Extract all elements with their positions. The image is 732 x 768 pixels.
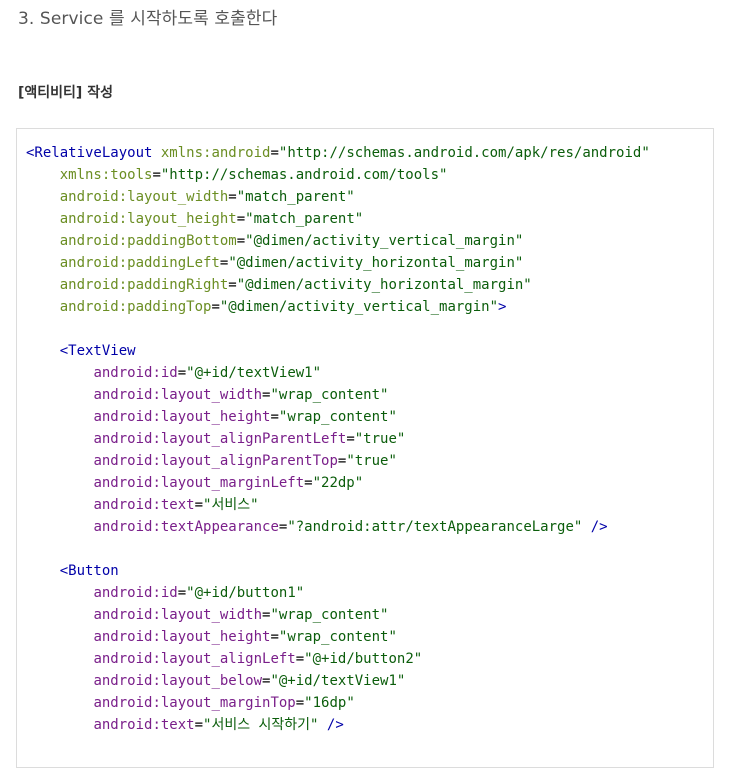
code-value: "true" (354, 431, 406, 447)
code-attribute: android:id (93, 585, 178, 601)
code-line: android:layout_height="wrap_content" (93, 409, 397, 425)
code-value: "@dimen/activity_horizontal_margin" (228, 255, 524, 271)
code-line: android:layout_marginLeft="22dp" (93, 475, 364, 491)
code-value: "wrap_content" (270, 387, 389, 403)
section-subheading: [액티비티] 작성 (18, 85, 113, 101)
code-value: "@dimen/activity_vertical_margin" (219, 299, 499, 315)
code-attribute: xmlns:tools (59, 167, 153, 183)
code-line: android:layout_marginTop="16dp" (93, 695, 355, 711)
code-line: android:layout_below="@+id/textView1" (93, 673, 406, 689)
code-line: <TextView (26, 340, 650, 362)
code-value: "22dp" (312, 475, 364, 491)
code-line: <Button (26, 560, 650, 582)
code-attribute: android:layout_alignParentTop (93, 453, 338, 469)
code-attribute: android:layout_width (59, 189, 229, 205)
code-line: <RelativeLayout xmlns:android="http://sc… (26, 145, 650, 161)
code-attribute: android:layout_below (93, 673, 263, 689)
code-line: android:layout_alignParentTop="true" (93, 453, 397, 469)
code-attribute: android:id (93, 365, 178, 381)
code-line: android:id="@+id/button1" (93, 585, 305, 601)
code-content: <RelativeLayout xmlns:android="http://sc… (26, 142, 650, 736)
code-value: "@+id/button2" (304, 651, 423, 667)
code-value: "wrap_content" (270, 607, 389, 623)
code-line: android:layout_width="wrap_content" (93, 607, 389, 623)
code-value: "서비스" (203, 497, 259, 513)
code-value: "@dimen/activity_vertical_margin" (245, 233, 524, 249)
code-value: "서비스 시작하기" (203, 717, 319, 733)
code-line: android:paddingRight="@dimen/activity_ho… (59, 277, 532, 293)
code-attribute: android:layout_height (93, 629, 271, 645)
code-line: android:text="서비스" (93, 497, 259, 513)
code-line: android:layout_width="match_parent" (59, 189, 355, 205)
code-attribute: android:paddingRight (59, 277, 229, 293)
code-line: android:layout_height="match_parent" (59, 211, 364, 227)
code-attribute: android:layout_alignParentLeft (93, 431, 347, 447)
code-value: "match_parent" (245, 211, 364, 227)
code-line: android:layout_alignParentLeft="true" (93, 431, 406, 447)
code-tag: <TextView (59, 343, 136, 359)
code-line: android:layout_width="wrap_content" (93, 387, 389, 403)
code-tag-close: /> (582, 519, 608, 535)
code-line: android:textAppearance="?android:attr/te… (93, 519, 608, 535)
code-line: android:paddingLeft="@dimen/activity_hor… (59, 255, 524, 271)
code-value: "@+id/textView1" (270, 673, 406, 689)
code-value: "http://schemas.android.com/apk/res/andr… (278, 145, 650, 161)
code-line: android:layout_alignLeft="@+id/button2" (93, 651, 423, 667)
code-value: "?android:attr/textAppearanceLarge" (287, 519, 583, 535)
code-attribute: android:layout_width (93, 607, 263, 623)
section-heading: 3. Service 를 시작하도록 호출한다 (18, 9, 278, 29)
code-attribute: android:layout_height (59, 211, 237, 227)
code-attribute: xmlns:android (160, 145, 271, 161)
code-line: android:paddingBottom="@dimen/activity_v… (59, 233, 524, 249)
code-tag: <Button (59, 563, 119, 579)
code-block[interactable]: <RelativeLayout xmlns:android="http://sc… (16, 128, 714, 768)
code-attribute: android:textAppearance (93, 519, 279, 535)
code-value: "@dimen/activity_horizontal_margin" (236, 277, 532, 293)
code-attribute: android:layout_marginTop (93, 695, 296, 711)
code-line: android:layout_height="wrap_content" (93, 629, 397, 645)
code-attribute: android:layout_width (93, 387, 263, 403)
code-value: "true" (346, 453, 397, 469)
code-attribute: android:paddingBottom (59, 233, 237, 249)
code-line: android:paddingTop="@dimen/activity_vert… (59, 299, 507, 315)
code-attribute: android:text (93, 497, 195, 513)
code-value: "match_parent" (236, 189, 355, 205)
code-attribute: android:text (93, 717, 195, 733)
code-value: "wrap_content" (278, 629, 397, 645)
code-attribute: android:paddingTop (59, 299, 212, 315)
code-tag: <RelativeLayout (26, 145, 153, 161)
code-value: "http://schemas.android.com/tools" (160, 167, 448, 183)
code-value: "wrap_content" (278, 409, 397, 425)
code-value: "@+id/button1" (186, 585, 305, 601)
code-line: xmlns:tools="http://schemas.android.com/… (59, 167, 448, 183)
code-attribute: android:layout_height (93, 409, 271, 425)
code-tag-close: > (498, 299, 507, 315)
code-line: android:text="서비스 시작하기" /> (93, 717, 344, 733)
code-line: android:id="@+id/textView1" (93, 365, 322, 381)
code-attribute: android:paddingLeft (59, 255, 220, 271)
code-value: "@+id/textView1" (186, 365, 322, 381)
code-attribute: android:layout_marginLeft (93, 475, 305, 491)
code-attribute: android:layout_alignLeft (93, 651, 296, 667)
code-tag-close: /> (318, 717, 344, 733)
code-value: "16dp" (304, 695, 355, 711)
